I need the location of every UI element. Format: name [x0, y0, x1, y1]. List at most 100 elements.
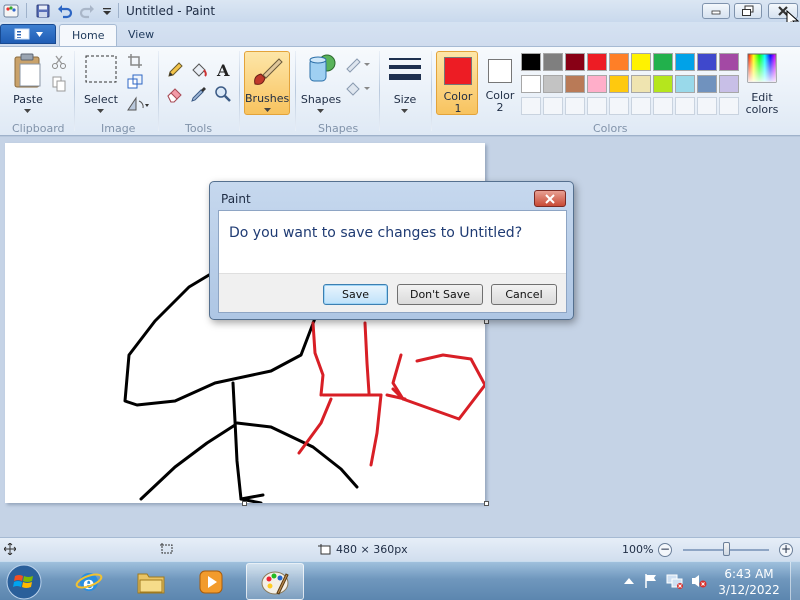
palette-swatch[interactable]: [609, 53, 629, 71]
palette-empty-slot[interactable]: [653, 97, 673, 115]
color-1-button[interactable]: Color 1: [436, 51, 478, 115]
undo-icon[interactable]: [56, 2, 74, 20]
dialog-close-button[interactable]: [534, 190, 566, 207]
application-menu-button[interactable]: [0, 24, 56, 44]
color-wheel-icon: [747, 53, 777, 83]
brushes-label: Brushes: [245, 92, 290, 105]
palette-swatch[interactable]: [543, 75, 563, 93]
color-picker-icon[interactable]: [188, 83, 210, 105]
rotate-icon[interactable]: [124, 93, 154, 115]
taskbar-internet-explorer[interactable]: e: [62, 563, 116, 600]
minimize-button[interactable]: [702, 3, 730, 19]
selection-size-icon: [160, 543, 174, 555]
dont-save-button[interactable]: Don't Save: [397, 284, 483, 305]
palette-empty-slot[interactable]: [675, 97, 695, 115]
palette-empty-slot[interactable]: [631, 97, 651, 115]
palette-swatch[interactable]: [697, 53, 717, 71]
palette-swatch[interactable]: [719, 53, 739, 71]
redo-icon[interactable]: [78, 2, 96, 20]
pencil-icon[interactable]: [164, 59, 186, 81]
canvas-resize-handle-corner[interactable]: [484, 501, 489, 506]
palette-swatch[interactable]: [565, 53, 585, 71]
color-2-number: 2: [496, 101, 504, 114]
magnifier-icon[interactable]: [212, 83, 234, 105]
clipboard-group-label: Clipboard: [12, 122, 65, 135]
shapes-label: Shapes: [300, 93, 342, 106]
show-hidden-icons-icon[interactable]: [620, 572, 638, 590]
palette-empty-slot[interactable]: [587, 97, 607, 115]
taskbar-media-player[interactable]: [184, 563, 238, 600]
dialog-title: Paint: [221, 192, 251, 206]
palette-swatch[interactable]: [719, 75, 739, 93]
save-button[interactable]: Save: [323, 284, 388, 305]
volume-muted-icon[interactable]: [690, 572, 708, 590]
copy-icon[interactable]: [48, 73, 70, 95]
paste-label: Paste: [13, 93, 43, 106]
show-desktop-button[interactable]: [790, 562, 800, 600]
palette-swatch[interactable]: [675, 75, 695, 93]
save-quick-icon[interactable]: [34, 2, 52, 20]
resize-icon[interactable]: [124, 71, 146, 93]
palette-empty-slot[interactable]: [543, 97, 563, 115]
action-center-flag-icon[interactable]: [642, 572, 660, 590]
customize-quick-access-icon[interactable]: [98, 2, 116, 20]
text-icon[interactable]: A: [212, 59, 234, 81]
palette-empty-slot[interactable]: [565, 97, 585, 115]
paste-button[interactable]: Paste: [8, 51, 48, 115]
zoom-out-button[interactable]: −: [658, 543, 672, 557]
colors-group-label: Colors: [593, 122, 628, 135]
palette-swatch[interactable]: [587, 75, 607, 93]
palette-swatch[interactable]: [675, 53, 695, 71]
image-size-status: 480 × 360px: [318, 543, 408, 556]
shapes-button[interactable]: Shapes: [300, 51, 342, 115]
size-button[interactable]: Size: [384, 51, 426, 115]
palette-empty-slot[interactable]: [521, 97, 541, 115]
palette-swatch[interactable]: [521, 75, 541, 93]
palette-swatch[interactable]: [631, 75, 651, 93]
outline-icon[interactable]: [344, 53, 372, 75]
network-icon[interactable]: [666, 572, 684, 590]
restore-button[interactable]: [734, 3, 762, 19]
palette-swatch[interactable]: [587, 53, 607, 71]
eraser-icon[interactable]: [164, 83, 186, 105]
palette-empty-slot[interactable]: [719, 97, 739, 115]
dialog-message: Do you want to save changes to Untitled?: [229, 225, 523, 241]
palette-swatch[interactable]: [521, 53, 541, 71]
folder-icon: [137, 573, 165, 593]
palette-swatch[interactable]: [543, 53, 563, 71]
canvas-resize-handle-bottom[interactable]: [242, 501, 247, 506]
clock-date: 3/12/2022: [718, 583, 780, 597]
palette-swatch[interactable]: [565, 75, 585, 93]
color-2-swatch: [488, 59, 512, 83]
zoom-slider-thumb[interactable]: [723, 542, 730, 556]
taskbar: e 6:43 AM 3/12/2022: [0, 561, 800, 600]
tab-view[interactable]: View: [116, 24, 166, 46]
palette-swatch[interactable]: [697, 75, 717, 93]
tab-home[interactable]: Home: [59, 24, 118, 46]
taskbar-paint[interactable]: [246, 563, 304, 600]
chevron-down-icon: [317, 109, 324, 113]
zoom-in-button[interactable]: +: [779, 543, 793, 557]
select-button[interactable]: Select: [80, 51, 122, 115]
app-menu-icon: [14, 28, 29, 40]
crop-icon[interactable]: [124, 50, 146, 72]
palette-swatch[interactable]: [609, 75, 629, 93]
fill-bucket-icon[interactable]: [188, 59, 210, 81]
start-button[interactable]: [4, 563, 44, 600]
fill-icon[interactable]: [344, 77, 372, 99]
palette-swatch[interactable]: [653, 53, 673, 71]
status-bar: 480 × 360px 100% − +: [0, 537, 800, 561]
paint-app-icon[interactable]: [2, 2, 20, 20]
palette-swatch[interactable]: [631, 53, 651, 71]
cut-icon[interactable]: [48, 51, 70, 73]
brushes-button[interactable]: Brushes: [244, 51, 290, 115]
palette-empty-slot[interactable]: [609, 97, 629, 115]
palette-swatch[interactable]: [653, 75, 673, 93]
cursor-position-icon: [4, 543, 16, 555]
system-clock[interactable]: 6:43 AM 3/12/2022: [716, 566, 782, 598]
edit-colors-button[interactable]: Edit colors: [742, 51, 782, 116]
color-2-button[interactable]: Color 2: [479, 51, 521, 115]
cancel-button[interactable]: Cancel: [491, 284, 557, 305]
taskbar-file-explorer[interactable]: [124, 563, 178, 600]
palette-empty-slot[interactable]: [697, 97, 717, 115]
